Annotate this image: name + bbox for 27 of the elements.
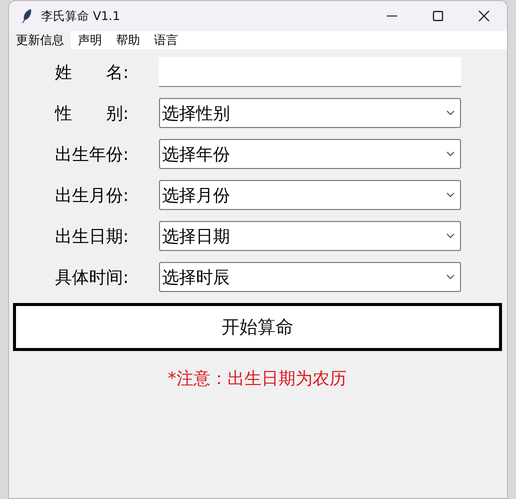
maximize-icon[interactable] — [432, 10, 444, 22]
menu-item[interactable]: 语言 — [147, 31, 185, 49]
field-label: 出生月份: — [54, 184, 130, 206]
dropdown[interactable]: 选择时辰 — [159, 262, 461, 292]
note-text: *注意：出生日期为农历 — [166, 368, 348, 390]
field-label: 出生年份: — [54, 144, 130, 166]
chevron-icon — [446, 192, 455, 198]
input-field[interactable] — [159, 57, 461, 87]
close-icon[interactable] — [478, 10, 490, 22]
window-title: 李氏算命 V1.1 — [41, 8, 120, 24]
feather-icon — [21, 8, 33, 24]
field-label: 出生日期: — [54, 226, 130, 248]
chevron-icon — [446, 274, 455, 280]
dropdown[interactable]: 选择月份 — [159, 180, 461, 210]
dropdown[interactable]: 选择年份 — [159, 139, 461, 169]
chevron-icon — [446, 110, 455, 116]
start-button[interactable]: 开始算命 — [13, 303, 502, 351]
menu-item[interactable]: 帮助 — [109, 31, 147, 49]
menu-item[interactable]: 声明 — [71, 31, 109, 49]
dropdown[interactable]: 选择日期 — [159, 221, 461, 251]
menu-item[interactable]: 更新信息 — [9, 31, 71, 49]
field-label: 性 别: — [54, 102, 130, 124]
dropdown[interactable]: 选择性别 — [159, 98, 461, 128]
chevron-icon — [446, 233, 455, 239]
chevron-icon — [446, 151, 455, 157]
field-label: 具体时间: — [54, 266, 130, 288]
field-label: 姓 名: — [54, 62, 130, 84]
